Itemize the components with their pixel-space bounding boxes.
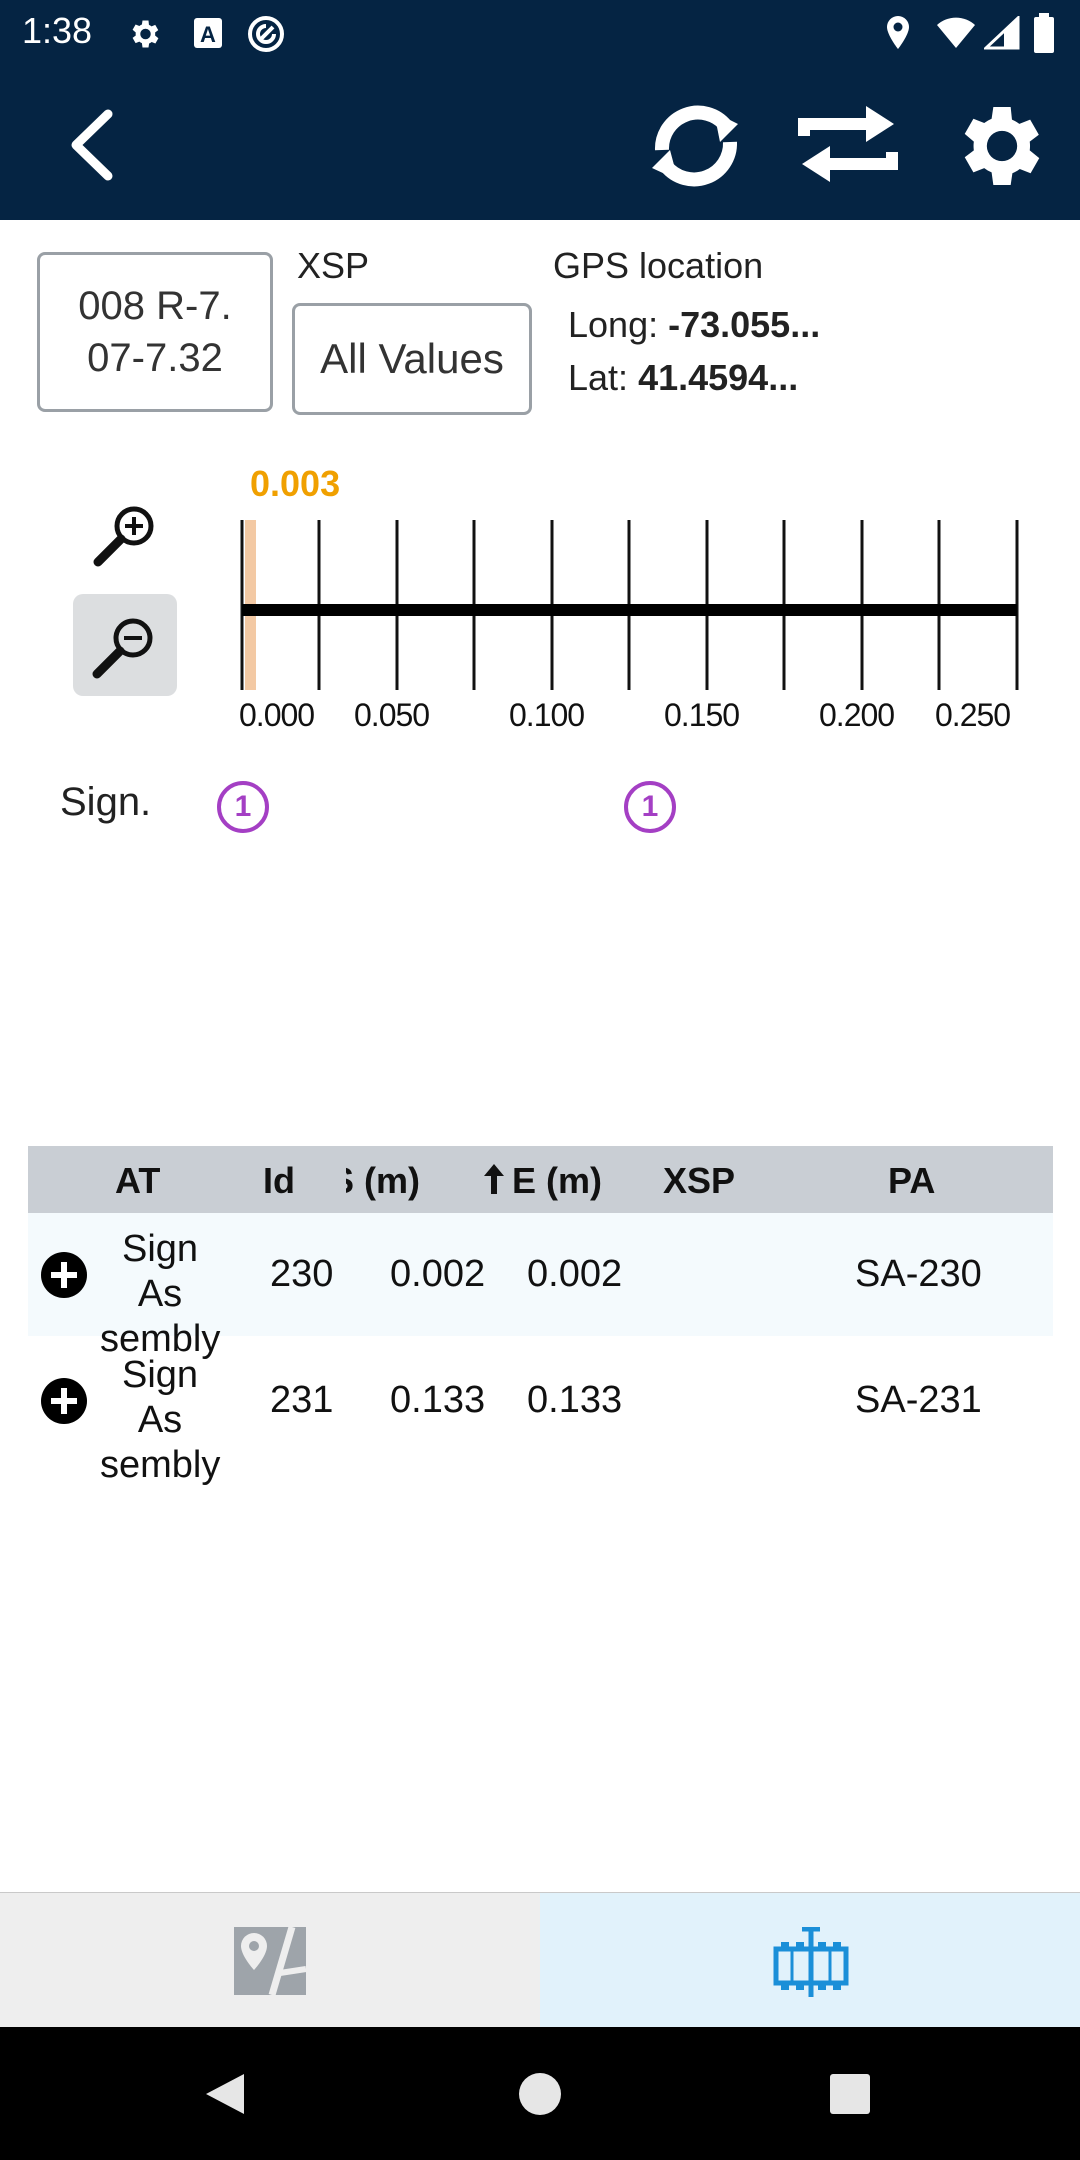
swap-direction-icon[interactable] (796, 102, 900, 186)
column-header-s-wrap: S (m) (346, 1146, 522, 1213)
gps-long: Long: -73.055... (568, 304, 820, 346)
zoom-in-icon[interactable] (90, 498, 162, 570)
recents-square-icon[interactable] (828, 2072, 872, 2116)
back-triangle-icon[interactable] (200, 2070, 248, 2118)
tick-label: 0.250 (935, 697, 1011, 733)
app-bar (0, 66, 1080, 220)
status-time: 1:38 (22, 10, 93, 51)
gps-lat: Lat: 41.4594... (568, 357, 798, 399)
bottom-nav-map-tab[interactable] (0, 1893, 540, 2027)
column-header-e[interactable]: E (m) (512, 1160, 602, 1202)
sign-marker[interactable]: 1 (217, 781, 269, 833)
gps-lat-value: 41.4594... (638, 357, 799, 398)
status-bar: 1:38 A (0, 0, 1080, 66)
expand-plus-icon[interactable] (40, 1251, 88, 1299)
sign-marker[interactable]: 1 (624, 781, 676, 833)
gps-lat-label: Lat: (568, 357, 639, 398)
gps-title: GPS location (553, 245, 764, 286)
location-pin-icon (887, 16, 909, 49)
xsp-label: XSP (297, 245, 370, 286)
sync-icon[interactable] (642, 98, 748, 192)
gps-long-label: Long: (568, 304, 669, 345)
tick-label: 0.000 (239, 697, 315, 733)
home-circle-icon[interactable] (516, 2070, 564, 2118)
gps-long-value: -73.055... (668, 304, 821, 345)
cursor-value: 0.003 (250, 463, 341, 504)
column-header-at[interactable]: AT (115, 1160, 160, 1202)
svg-text:A: A (200, 22, 216, 47)
timeline-ruler[interactable] (230, 512, 1030, 692)
tick-label: 0.150 (664, 697, 740, 733)
zoom-out-button[interactable] (73, 594, 177, 696)
up-arrow-icon (484, 1164, 504, 1194)
expand-plus-icon[interactable] (40, 1377, 88, 1425)
wifi-icon (937, 17, 975, 48)
zoom-out-icon (92, 618, 153, 679)
tick-label: 0.050 (354, 697, 430, 733)
cell-id: 230 (270, 1253, 334, 1295)
back-arrow-icon[interactable] (62, 108, 126, 182)
font-a-icon: A (194, 18, 222, 48)
table-row[interactable]: Sign As sembly 230 0.002 0.002 SA-230 (28, 1213, 1053, 1360)
cell-pa: SA-230 (855, 1253, 982, 1295)
signal-icon (984, 16, 1020, 50)
road-selector[interactable]: 008 R-7. 07-7.32 (37, 252, 273, 412)
xsp-selector[interactable]: All Values (292, 303, 532, 415)
tick-label: 0.100 (509, 697, 585, 733)
cell-s: 0.002 (390, 1253, 486, 1295)
cell-pa: SA-231 (855, 1379, 982, 1421)
table-row[interactable]: Sign As sembly 231 0.133 0.133 SA-231 (28, 1339, 1053, 1486)
sign-track-label: Sign. (60, 780, 152, 824)
table-header: AT Id S (m) E (m) XSP PA (28, 1146, 1053, 1213)
bottom-nav-timeline-tab[interactable] (540, 1893, 1080, 2027)
cell-s: 0.133 (390, 1379, 486, 1421)
cell-id: 231 (270, 1379, 334, 1421)
settings-icon[interactable] (950, 94, 1054, 198)
column-header-s[interactable]: S (m) (346, 1160, 420, 1202)
column-header-pa[interactable]: PA (888, 1160, 935, 1202)
battery-icon (1034, 13, 1054, 53)
at-sign-icon (248, 16, 284, 52)
tick-label: 0.200 (819, 697, 895, 733)
column-header-id[interactable]: Id (263, 1160, 295, 1202)
cell-e: 0.002 (527, 1253, 623, 1295)
column-header-xsp[interactable]: XSP (663, 1160, 735, 1202)
map-icon (234, 1926, 307, 1996)
gear-icon (132, 20, 159, 48)
cell-e: 0.133 (527, 1379, 623, 1421)
timeline-icon (773, 1927, 849, 1997)
system-nav-bar (0, 2027, 1080, 2160)
cell-at: Sign As sembly (100, 1354, 221, 1486)
